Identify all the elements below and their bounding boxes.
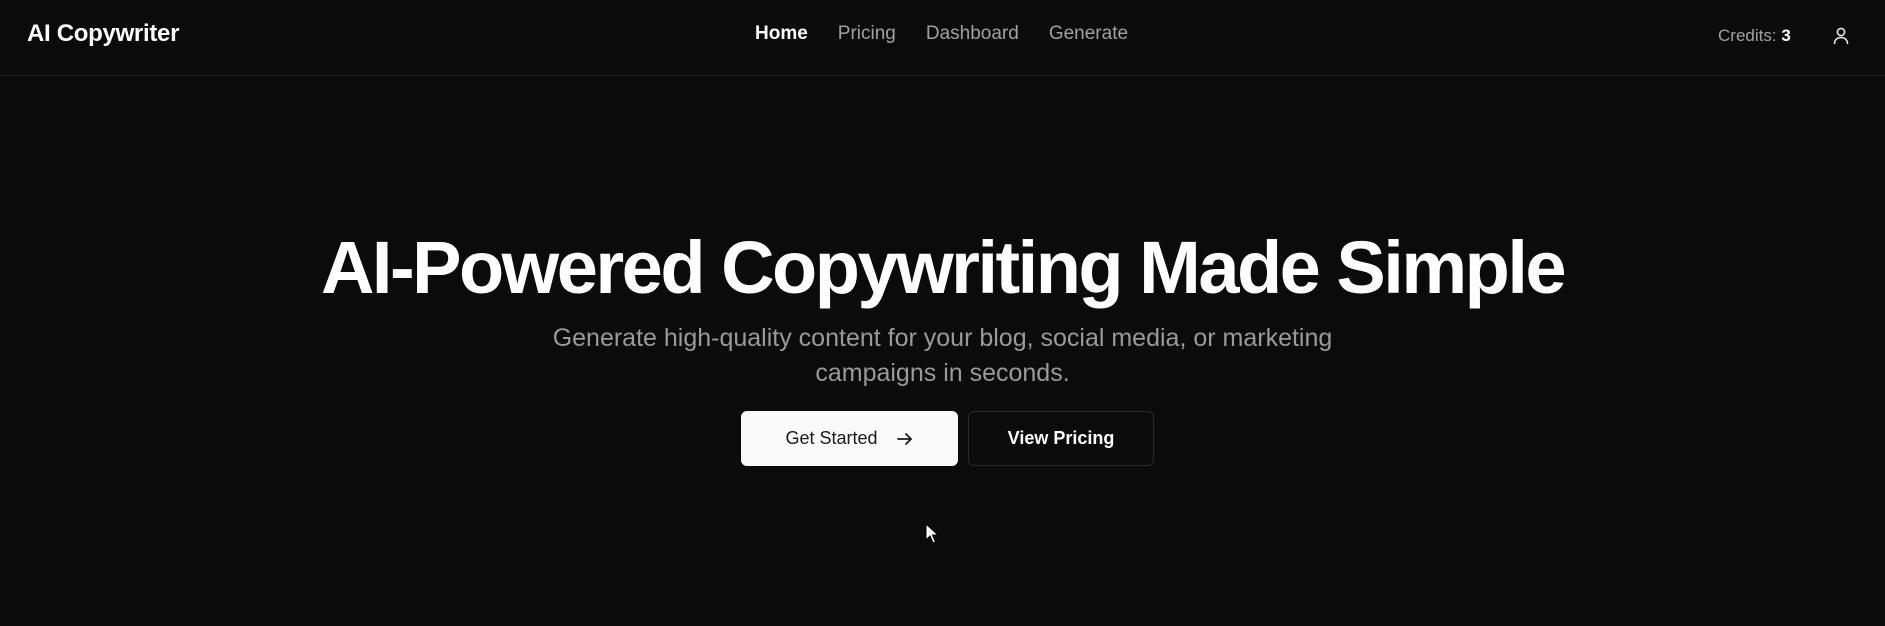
view-pricing-button[interactable]: View Pricing xyxy=(968,411,1154,466)
navbar: AI Copywriter Home Pricing Dashboard Gen… xyxy=(0,0,1885,76)
get-started-button[interactable]: Get Started xyxy=(741,411,958,466)
user-menu-button[interactable] xyxy=(1830,24,1852,48)
credits-indicator: Credits: 3 xyxy=(1718,26,1791,46)
brand-logo[interactable]: AI Copywriter xyxy=(27,20,179,48)
arrow-right-icon xyxy=(896,432,912,445)
nav-item-generate[interactable]: Generate xyxy=(1049,23,1128,45)
nav-item-pricing[interactable]: Pricing xyxy=(838,23,896,45)
main-nav: Home Pricing Dashboard Generate xyxy=(755,23,1128,45)
hero-title: AI-Powered Copywriting Made Simple xyxy=(320,226,1567,309)
get-started-label: Get Started xyxy=(785,428,878,448)
nav-item-dashboard[interactable]: Dashboard xyxy=(926,23,1019,45)
credits-label: Credits: xyxy=(1718,26,1777,45)
credits-value: 3 xyxy=(1781,26,1791,45)
mouse-cursor-icon xyxy=(925,523,939,544)
nav-item-home[interactable]: Home xyxy=(755,23,808,45)
hero-section: AI-Powered Copywriting Made Simple Gener… xyxy=(0,76,1885,626)
page: AI Copywriter Home Pricing Dashboard Gen… xyxy=(0,0,1885,626)
cta-buttons: Get Started View Pricing xyxy=(741,411,1154,466)
hero-subtitle: Generate high-quality content for your b… xyxy=(552,324,1333,387)
user-icon xyxy=(1833,27,1849,45)
